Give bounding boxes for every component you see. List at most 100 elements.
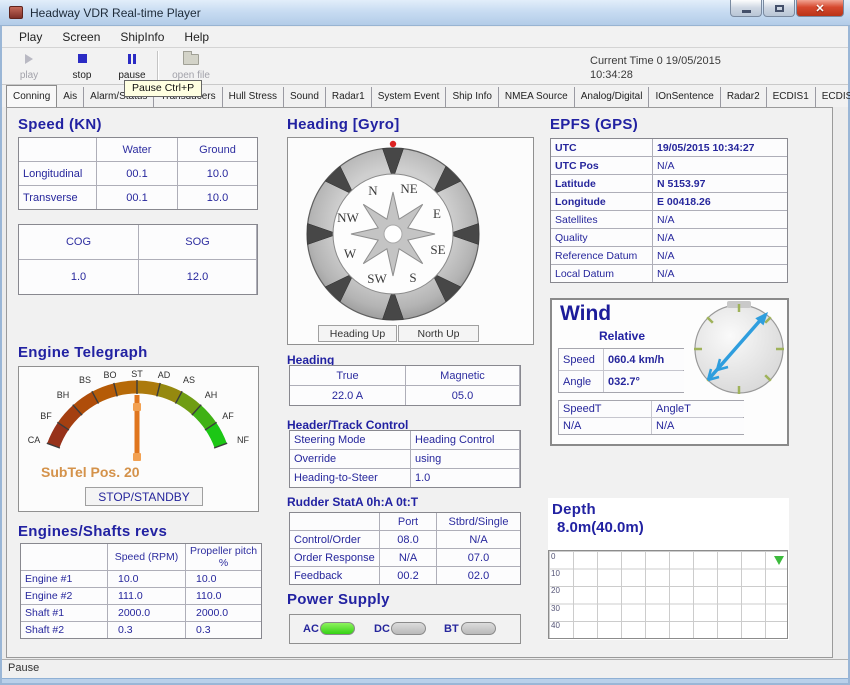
- telegraph-label: ST: [131, 369, 143, 379]
- row-label: Longitude: [551, 193, 652, 210]
- value-cell: 00.2: [380, 567, 436, 584]
- playback-slider[interactable]: [239, 52, 564, 82]
- stop-label: stop: [73, 70, 92, 81]
- stop-standby-button[interactable]: STOP/STANDBY: [85, 487, 203, 506]
- sog-label: SOG: [139, 225, 256, 259]
- tab-analog-digital[interactable]: Analog/Digital: [575, 87, 650, 107]
- telegraph-label: BS: [79, 375, 91, 385]
- tab-ecdis2[interactable]: ECDIS2: [816, 87, 850, 107]
- cog-sog-table: COG SOG 1.0 12.0: [18, 224, 258, 295]
- compass-point: SE: [430, 242, 445, 257]
- row-label: Shaft #2: [21, 622, 107, 638]
- tab-sound[interactable]: Sound: [284, 87, 326, 107]
- value-cell: N 5153.97: [653, 175, 787, 192]
- wind-angle-label: Angle: [559, 371, 603, 392]
- engines-shafts-table: Speed (RPM) Propeller pitch % Engine #1 …: [20, 543, 262, 639]
- depth-value: 8.0m(40.0m): [557, 519, 644, 536]
- app-window: Headway VDR Real-time Player ✕ Play Scre…: [0, 0, 850, 685]
- row-label: UTC: [551, 139, 652, 156]
- tab-system-event[interactable]: System Event: [372, 87, 447, 107]
- window-title: Headway VDR Real-time Player: [30, 6, 201, 20]
- depth-axis-tick: 10: [551, 569, 560, 578]
- telegraph-label: CA: [28, 435, 41, 445]
- menu-screen[interactable]: Screen: [53, 28, 109, 46]
- engines-shafts-title: Engines/Shafts revs: [18, 523, 167, 540]
- value-cell: N/A: [653, 265, 787, 282]
- heading-gyro-title: Heading [Gyro]: [287, 116, 400, 133]
- tab-nmea-source[interactable]: NMEA Source: [499, 87, 575, 107]
- rudder-title: Rudder StatA 0h:A 0t:T: [287, 495, 418, 509]
- tab-hull-stress[interactable]: Hull Stress: [223, 87, 284, 107]
- status-text: Pause: [8, 662, 39, 674]
- row-label: Feedback: [290, 567, 379, 584]
- tab-ais[interactable]: Ais: [57, 87, 84, 107]
- wind-speedt-value: N/A: [559, 418, 651, 434]
- heading-up-button[interactable]: Heading Up: [318, 325, 397, 342]
- compass-point: S: [409, 270, 416, 285]
- power-dc-label: DC: [374, 623, 390, 635]
- maximize-button[interactable]: [763, 0, 795, 17]
- heading-true-value: 22.0 A: [290, 386, 405, 405]
- menu-help[interactable]: Help: [175, 28, 218, 46]
- current-time: Current Time 0 19/05/2015 10:34:28: [590, 54, 721, 82]
- row-label: Reference Datum: [551, 247, 652, 264]
- engine-telegraph-panel: CA BF BH BS BO ST AD AS AH AF NF SubTel …: [18, 366, 259, 512]
- depth-axis-tick: 0: [551, 552, 555, 561]
- value-cell: 0.3: [186, 622, 261, 638]
- value-cell: 00.1: [97, 186, 177, 209]
- menu-shipinfo[interactable]: ShipInfo: [111, 28, 173, 46]
- wind-relative-table: Speed 060.4 km/h Angle 032.7°: [558, 348, 684, 393]
- power-bt-label: BT: [444, 623, 459, 635]
- sog-value: 12.0: [139, 260, 256, 294]
- menu-play[interactable]: Play: [10, 28, 51, 46]
- wind-true-table: SpeedT AngleT N/A N/A: [558, 400, 744, 435]
- row-label: Override: [290, 450, 410, 468]
- row-label: Local Datum: [551, 265, 652, 282]
- power-dc-indicator: [391, 622, 426, 635]
- tab-ionsentence[interactable]: IOnSentence: [649, 87, 720, 107]
- tab-conning[interactable]: Conning: [6, 85, 57, 107]
- value-cell: N/A: [380, 549, 436, 566]
- depth-axis-tick: 20: [551, 586, 560, 595]
- row-label: Engine #1: [21, 571, 107, 587]
- row-label: Heading-to-Steer: [290, 469, 410, 487]
- telegraph-label: AD: [158, 370, 171, 380]
- depth-panel: Depth 8.0m(40.0m) 0 10 20 30 40: [548, 498, 789, 640]
- cog-label: COG: [19, 225, 138, 259]
- value-cell: 08.0: [380, 531, 436, 548]
- tab-ship-info[interactable]: Ship Info: [446, 87, 498, 107]
- speed-table: Water Ground Longitudinal 00.1 10.0 Tran…: [18, 137, 258, 210]
- telegraph-label: AH: [205, 390, 218, 400]
- minimize-icon: [742, 10, 751, 13]
- tab-radar1[interactable]: Radar1: [326, 87, 372, 107]
- row-label: Control/Order: [290, 531, 379, 548]
- stop-icon: [78, 54, 87, 63]
- pause-button[interactable]: pause: [110, 51, 154, 82]
- open-file-button[interactable]: open file: [165, 51, 217, 82]
- close-button[interactable]: ✕: [796, 0, 844, 17]
- engine-telegraph-title: Engine Telegraph: [18, 344, 148, 361]
- value-cell: 110.0: [186, 588, 261, 604]
- row-label: UTC Pos: [551, 157, 652, 174]
- stop-button[interactable]: stop: [60, 51, 104, 82]
- row-label: Transverse: [19, 186, 96, 209]
- tab-radar2[interactable]: Radar2: [721, 87, 767, 107]
- compass-point: E: [433, 206, 441, 221]
- value-cell: N/A: [653, 211, 787, 228]
- north-up-button[interactable]: North Up: [398, 325, 479, 342]
- value-cell: 07.0: [437, 549, 520, 566]
- wind-anglet-value: N/A: [652, 418, 744, 434]
- power-supply-title: Power Supply: [287, 591, 390, 608]
- compass-point: NW: [337, 210, 359, 225]
- row-label: Longitudinal: [19, 162, 96, 185]
- play-button[interactable]: play: [7, 51, 51, 82]
- wind-title: Wind: [560, 302, 611, 326]
- row-label: Shaft #1: [21, 605, 107, 621]
- telegraph-label: BO: [103, 370, 116, 380]
- minimize-button[interactable]: [730, 0, 762, 17]
- value-cell: 111.0: [108, 588, 185, 604]
- col-true: True: [290, 366, 405, 385]
- row-label: Steering Mode: [290, 431, 410, 449]
- value-cell: 10.0: [178, 186, 257, 209]
- tab-ecdis1[interactable]: ECDIS1: [767, 87, 816, 107]
